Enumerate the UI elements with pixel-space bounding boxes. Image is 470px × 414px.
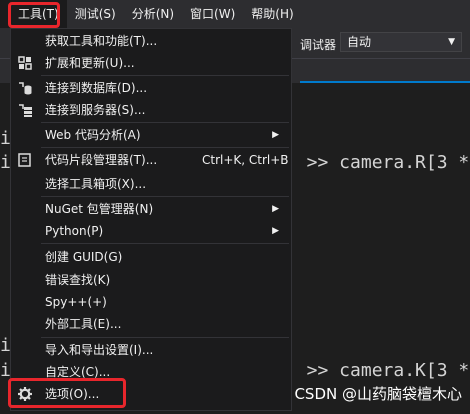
menu-item-python[interactable]: Python(P) ▶: [11, 220, 291, 242]
menu-item-label: 获取工具和功能(T)...: [45, 34, 158, 48]
menu-item-create-guid[interactable]: 创建 GUID(G): [11, 246, 291, 268]
watermark-text: CSDN @山药脑袋檀木心: [294, 385, 462, 403]
menu-item-label: NuGet 包管理器(N): [45, 202, 154, 216]
menu-separator: [41, 75, 289, 76]
menu-item-nuget[interactable]: NuGet 包管理器(N) ▶: [11, 198, 291, 220]
menu-item-label: 连接到服务器(S)...: [45, 103, 146, 117]
menu-item-web-code-analysis[interactable]: Web 代码分析(A) ▶: [11, 124, 291, 146]
tools-dropdown-menu: 获取工具和功能(T)... 扩展和更新(U)... 连接到数据库(D)... 连…: [10, 28, 292, 411]
menu-test[interactable]: 测试(S): [67, 0, 124, 28]
menu-window[interactable]: 窗口(W): [182, 0, 243, 28]
code-line: ] >> camera.R[3 *: [285, 152, 470, 173]
menu-item-connect-server[interactable]: 连接到服务器(S)...: [11, 99, 291, 121]
solution-config-value: 自动: [347, 35, 372, 49]
debugger-label: 调试器: [300, 38, 337, 52]
menu-help[interactable]: 帮助(H): [243, 0, 301, 28]
submenu-arrow-icon: ▶: [272, 204, 279, 214]
menu-item-choose-toolbox-items[interactable]: 选择工具箱项(X)...: [11, 173, 291, 195]
database-connect-icon: [19, 82, 32, 95]
menu-item-spy[interactable]: Spy++(+): [11, 291, 291, 313]
menu-item-label: 连接到数据库(D)...: [45, 81, 148, 95]
menu-separator: [41, 243, 289, 244]
active-tab-accent: [300, 81, 470, 83]
code-line: ] >> camera.K[3 *: [285, 360, 470, 381]
extensions-icon: [18, 56, 32, 70]
server-connect-icon: [19, 104, 32, 117]
menu-item-label: Python(P): [45, 224, 104, 238]
menu-item-label: Web 代码分析(A): [45, 128, 141, 142]
snippet-icon: [18, 153, 31, 167]
menu-item-import-export-settings[interactable]: 导入和导出设置(I)...: [11, 339, 291, 361]
menu-item-label: 选择工具箱项(X)...: [45, 177, 147, 191]
menu-item-extensions[interactable]: 扩展和更新(U)...: [11, 52, 291, 74]
menu-bar: 工具(T) 测试(S) 分析(N) 窗口(W) 帮助(H): [0, 0, 470, 28]
menu-item-get-tools[interactable]: 获取工具和功能(T)...: [11, 30, 291, 52]
submenu-arrow-icon: ▶: [272, 226, 279, 236]
menu-item-connect-database[interactable]: 连接到数据库(D)...: [11, 77, 291, 99]
menu-item-label: 导入和导出设置(I)...: [45, 343, 154, 357]
menu-item-external-tools[interactable]: 外部工具(E)...: [11, 313, 291, 335]
menu-item-label: 扩展和更新(U)...: [45, 56, 135, 70]
menu-item-label: 外部工具(E)...: [45, 317, 122, 331]
menu-separator: [41, 196, 289, 197]
solution-config-select[interactable]: 自动 ▼: [340, 32, 462, 52]
menu-separator: [41, 337, 289, 338]
menu-item-label: 错误查找(K): [45, 273, 111, 287]
chevron-down-icon: ▼: [448, 37, 455, 47]
tools-menu-highlight: [8, 2, 60, 28]
menu-item-label: 代码片段管理器(T)...: [45, 153, 158, 167]
options-highlight: [8, 378, 126, 408]
submenu-arrow-icon: ▶: [272, 130, 279, 140]
menu-separator: [41, 147, 289, 148]
menu-item-label: 创建 GUID(G): [45, 250, 123, 264]
menu-item-shortcut: Ctrl+K, Ctrl+B: [202, 153, 289, 167]
menu-separator: [41, 122, 289, 123]
menu-item-label: Spy++(+): [45, 295, 107, 309]
menu-item-error-lookup[interactable]: 错误查找(K): [11, 269, 291, 291]
menu-analyze[interactable]: 分析(N): [124, 0, 182, 28]
menu-item-snippet-manager[interactable]: 代码片段管理器(T)... Ctrl+K, Ctrl+B: [11, 149, 291, 171]
